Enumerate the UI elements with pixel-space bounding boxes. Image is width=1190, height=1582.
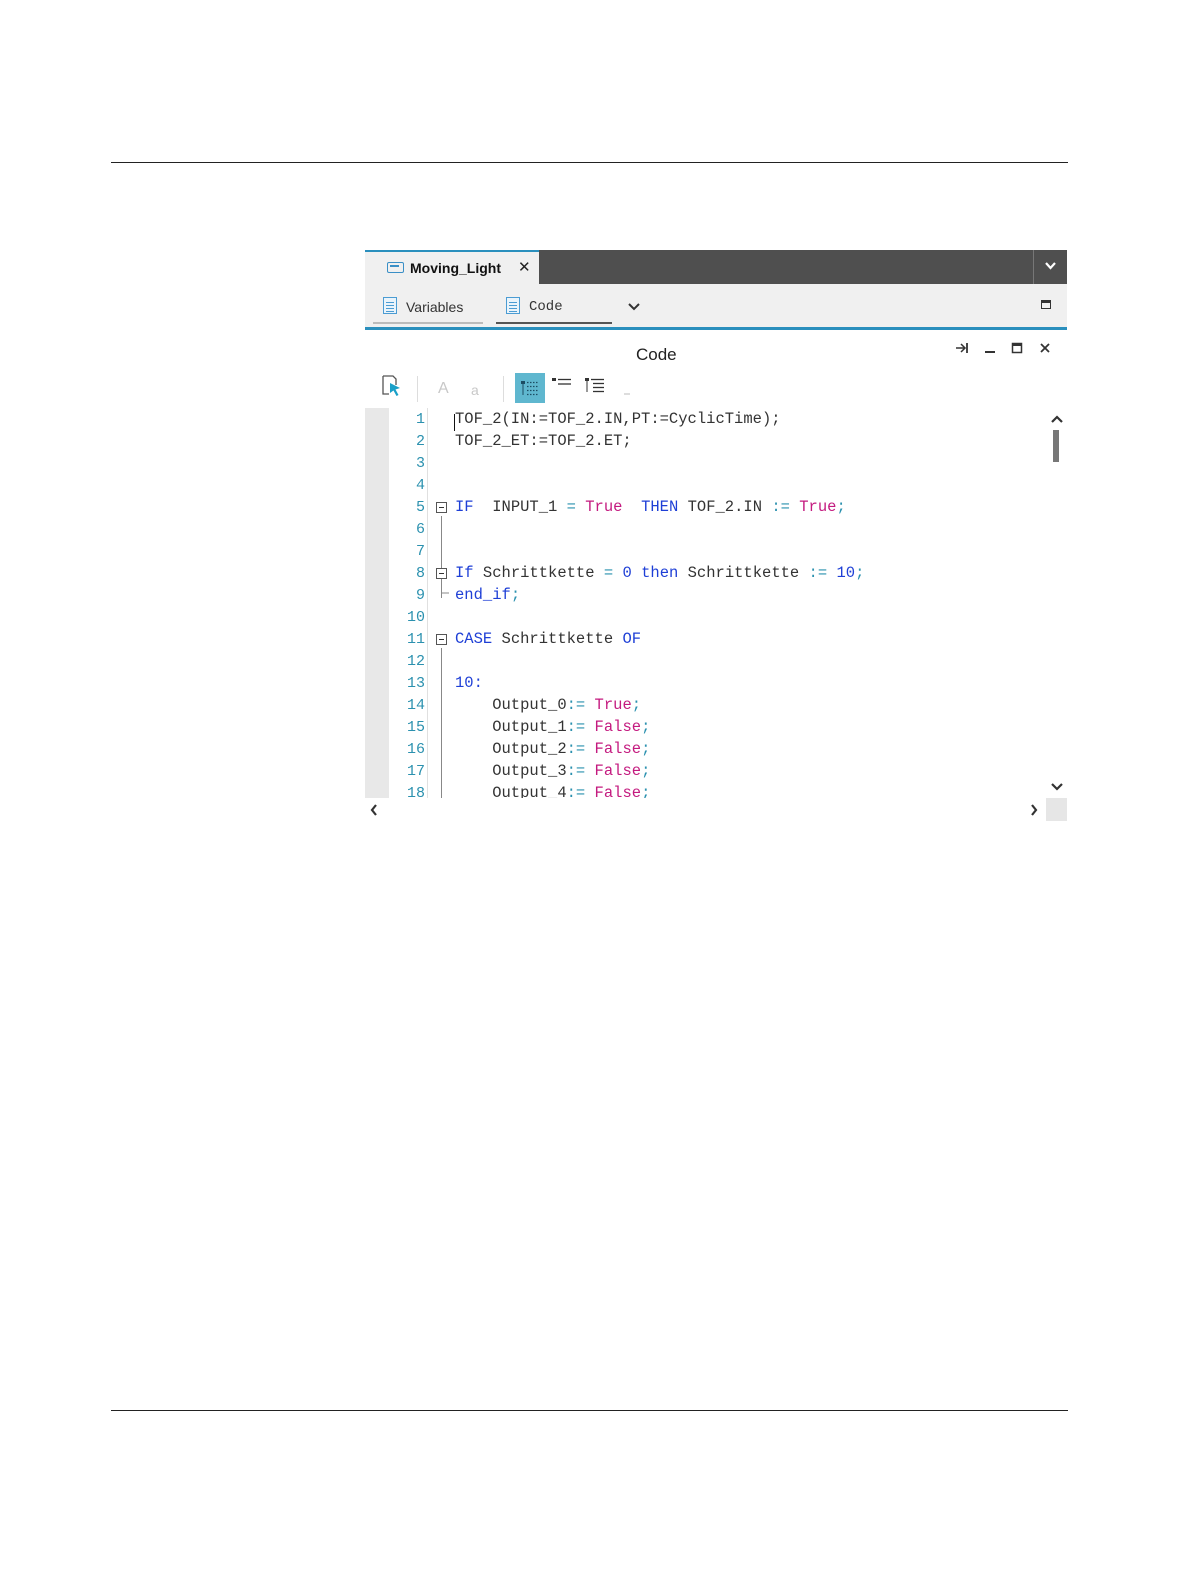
code-editor[interactable]: 1 2 3 4 5 6 7 8 9 10 11 12 13 14 15 16 17 18 TOF_2(IN:=TO… <box>365 408 1067 798</box>
document-tab-title: Moving_Light <box>410 260 501 276</box>
line-number: 5 <box>415 499 425 516</box>
code-line: IF INPUT_1 = True THEN TOF_2.IN := True; <box>455 498 846 516</box>
code-line: TOF_2(IN:=TOF_2.IN,PT:=CyclicTime); <box>455 410 781 428</box>
scroll-up-icon[interactable] <box>1050 414 1064 424</box>
line-number: 7 <box>415 543 425 560</box>
close-icon[interactable] <box>1039 342 1051 354</box>
toolbar-separator <box>417 376 418 402</box>
document-tab-bar: Moving_Light ✕ <box>365 250 1067 284</box>
toolbar-separator <box>503 376 504 402</box>
code-line: Output_4:= False; <box>455 784 651 798</box>
close-tab-icon[interactable]: ✕ <box>518 258 531 276</box>
scrollbar-thumb[interactable] <box>1053 430 1059 462</box>
collapse-all-icon[interactable] <box>551 375 573 391</box>
fold-guide <box>441 516 442 592</box>
fold-toggle[interactable] <box>436 502 447 513</box>
tab-indicator <box>496 322 612 324</box>
tab-variables[interactable]: Variables <box>373 284 483 324</box>
pin-icon[interactable] <box>955 342 971 354</box>
maximize-icon[interactable] <box>1041 300 1051 309</box>
tab-code-label: Code <box>529 299 563 315</box>
line-number: 16 <box>406 741 425 758</box>
variables-icon <box>383 297 397 314</box>
line-number: 14 <box>406 697 425 714</box>
line-number: 8 <box>415 565 425 582</box>
code-line: If Schrittkette = 0 then Schrittkette :=… <box>455 564 865 582</box>
outline-mode-icon[interactable] <box>515 373 545 403</box>
editor-view-tabs: Variables Code <box>365 284 1067 330</box>
line-number: 12 <box>406 653 425 670</box>
document-tab[interactable]: Moving_Light ✕ <box>365 250 539 284</box>
panel-title: Code <box>636 345 677 364</box>
fold-toggle[interactable] <box>436 568 447 579</box>
gutter-divider <box>427 408 428 798</box>
code-panel-header: Code <box>365 334 1067 370</box>
select-cursor-icon[interactable] <box>381 374 403 398</box>
line-number: 11 <box>406 631 425 648</box>
code-line: Output_2:= False; <box>455 740 651 758</box>
page-bottom-rule <box>111 1410 1068 1411</box>
editor-margin <box>365 408 389 798</box>
line-number: 1 <box>415 411 425 428</box>
editor-window: Moving_Light ✕ Variables Code Code A a 1… <box>365 250 1067 821</box>
code-line: Output_3:= False; <box>455 762 651 780</box>
increase-font-button[interactable]: A <box>438 380 449 398</box>
line-number: 18 <box>406 785 425 798</box>
line-number: 9 <box>415 587 425 604</box>
scroll-right-icon[interactable] <box>1029 803 1039 817</box>
expand-all-icon[interactable] <box>584 375 606 397</box>
code-line: Output_1:= False; <box>455 718 651 736</box>
code-line: 10: <box>455 674 483 692</box>
line-number: 4 <box>415 477 425 494</box>
fold-toggle[interactable] <box>436 634 447 645</box>
scroll-left-icon[interactable] <box>369 803 379 817</box>
chevron-down-icon[interactable] <box>627 302 641 312</box>
line-number: 13 <box>406 675 425 692</box>
line-number: 10 <box>406 609 425 626</box>
line-number: 2 <box>415 433 425 450</box>
fold-guide <box>441 648 442 798</box>
editor-toolbar: A a <box>365 370 1067 406</box>
chevron-down-icon <box>1045 262 1056 270</box>
page-top-rule <box>111 162 1068 163</box>
code-file-icon <box>506 297 520 314</box>
scrollbar-corner <box>1046 798 1067 821</box>
scroll-down-icon[interactable] <box>1050 782 1064 792</box>
program-icon <box>387 262 404 273</box>
tab-code[interactable]: Code <box>496 284 612 324</box>
vertical-scrollbar[interactable] <box>1049 408 1067 798</box>
horizontal-scrollbar[interactable] <box>365 798 1067 821</box>
maximize-icon[interactable] <box>1011 342 1023 354</box>
code-line: Output_0:= True; <box>455 696 642 714</box>
code-line: TOF_2_ET:=TOF_2.ET; <box>455 432 632 450</box>
minimize-icon[interactable] <box>984 342 996 354</box>
line-number: 6 <box>415 521 425 538</box>
tab-indicator <box>373 322 483 324</box>
line-number: 15 <box>406 719 425 736</box>
toolbar-overflow-icon[interactable] <box>622 390 632 398</box>
document-list-button[interactable] <box>1033 250 1067 284</box>
fold-end-marker <box>441 592 449 594</box>
code-line: CASE Schrittkette OF <box>455 630 642 648</box>
code-line: end_if; <box>455 586 521 604</box>
line-number: 17 <box>406 763 425 780</box>
line-number: 3 <box>415 455 425 472</box>
tab-variables-label: Variables <box>406 299 464 315</box>
decrease-font-button[interactable]: a <box>471 382 479 398</box>
